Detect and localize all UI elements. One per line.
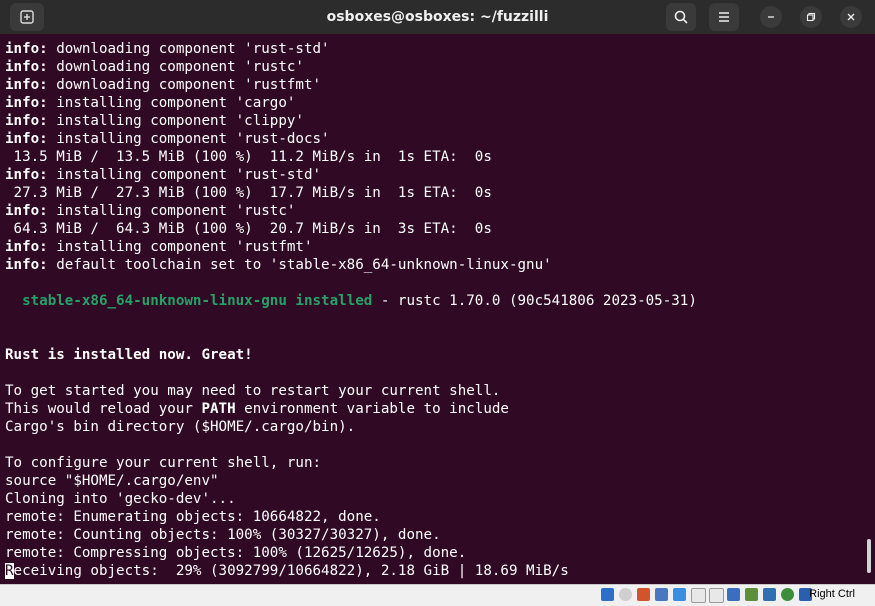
terminal-text: info: (5, 203, 48, 219)
terminal-line: info: default toolchain set to 'stable-x… (5, 256, 697, 274)
terminal-text: info: (5, 77, 48, 93)
terminal-text: info: (5, 167, 48, 183)
terminal-cursor: R (5, 563, 14, 579)
terminal-line: info: installing component 'rust-docs' (5, 130, 697, 148)
terminal-text: downloading component 'rustc' (47, 59, 304, 75)
search-button[interactable] (666, 3, 696, 31)
terminal-line: This would reload your PATH environment … (5, 400, 697, 418)
terminal-text: 13.5 MiB / 13.5 MiB (100 %) 11.2 MiB/s i… (5, 149, 492, 165)
terminal-line: 13.5 MiB / 13.5 MiB (100 %) 11.2 MiB/s i… (5, 148, 697, 166)
terminal-text: stable-x86_64-unknown-linux-gnu installe… (22, 293, 373, 309)
terminal-line: remote: Counting objects: 100% (30327/30… (5, 526, 697, 544)
terminal-line: Rust is installed now. Great! (5, 346, 697, 364)
terminal-text: remote: Compressing objects: 100% (12625… (5, 545, 467, 561)
terminal-line: info: installing component 'cargo' (5, 94, 697, 112)
host-key-label: Right Ctrl (809, 588, 855, 600)
maximize-button[interactable] (800, 6, 822, 28)
mouse-integration-icon[interactable] (763, 588, 776, 601)
hard-disk-icon[interactable] (601, 588, 614, 601)
terminal-text: installing component 'clippy' (47, 113, 304, 129)
terminal-text: info: (5, 41, 48, 57)
terminal-text: default toolchain set to 'stable-x86_64-… (47, 257, 552, 273)
terminal-text: source "$HOME/.cargo/env" (5, 473, 219, 489)
terminal-text: info: (5, 113, 48, 129)
terminal-line: info: installing component 'rust-std' (5, 166, 697, 184)
terminal-line: info: installing component 'rustc' (5, 202, 697, 220)
vm-status-bar: Right Ctrl (0, 584, 875, 606)
terminal-text: installing component 'rustfmt' (47, 239, 313, 255)
terminal-output[interactable]: info: downloading component 'rust-std' in… (0, 34, 875, 584)
minimize-button[interactable] (760, 6, 782, 28)
terminal-text: eceiving objects: 29% (3092799/10664822)… (13, 563, 569, 579)
terminal-text: Cloning into 'gecko-dev'... (5, 491, 236, 507)
terminal-line: remote: Compressing objects: 100% (12625… (5, 544, 697, 562)
title-bar: osboxes@osboxes: ~/fuzzilli (0, 0, 875, 34)
terminal-lines: info: downloading component 'rust-std' in… (5, 40, 697, 580)
terminal-line: Cargo's bin directory ($HOME/.cargo/bin)… (5, 418, 697, 436)
terminal-line: remote: Enumerating objects: 10664822, d… (5, 508, 697, 526)
terminal-text: installing component 'cargo' (47, 95, 296, 111)
window-title: osboxes@osboxes: ~/fuzzilli (326, 9, 549, 25)
terminal-line: info: downloading component 'rust-std' (5, 40, 697, 58)
terminal-line: Cloning into 'gecko-dev'... (5, 490, 697, 508)
terminal-text: info: (5, 239, 48, 255)
terminal-line: 27.3 MiB / 27.3 MiB (100 %) 17.7 MiB/s i… (5, 184, 697, 202)
terminal-text: Cargo's bin directory ($HOME/.cargo/bin)… (5, 419, 356, 435)
terminal-text: 64.3 MiB / 64.3 MiB (100 %) 20.7 MiB/s i… (5, 221, 492, 237)
terminal-text: 27.3 MiB / 27.3 MiB (100 %) 17.7 MiB/s i… (5, 185, 492, 201)
terminal-text: downloading component 'rust-std' (47, 41, 330, 57)
terminal-line: info: downloading component 'rustfmt' (5, 76, 697, 94)
cpu-icon[interactable] (745, 588, 758, 601)
terminal-text: info: (5, 95, 48, 111)
usb-icon[interactable] (673, 588, 686, 601)
shared-folder-icon[interactable] (691, 588, 706, 603)
terminal-text: This would reload your (5, 401, 202, 417)
terminal-line: source "$HOME/.cargo/env" (5, 472, 697, 490)
recording-icon[interactable] (727, 588, 740, 601)
terminal-line: 64.3 MiB / 64.3 MiB (100 %) 20.7 MiB/s i… (5, 220, 697, 238)
scrollbar[interactable] (867, 539, 871, 573)
terminal-line: Receiving objects: 29% (3092799/10664822… (5, 562, 697, 580)
audio-icon[interactable] (637, 588, 650, 601)
guest-additions-icon[interactable] (781, 588, 794, 601)
close-icon (847, 13, 855, 21)
close-button[interactable] (840, 6, 862, 28)
maximize-icon (806, 12, 816, 22)
network-icon[interactable] (655, 588, 668, 601)
terminal-line: To get started you may need to restart y… (5, 382, 697, 400)
terminal-text: installing component 'rust-docs' (47, 131, 330, 147)
terminal-text: info: (5, 131, 48, 147)
terminal-text: PATH (201, 401, 236, 417)
terminal-text: - rustc 1.70.0 (90c541806 2023-05-31) (372, 293, 697, 309)
terminal-text: info: (5, 257, 48, 273)
hamburger-menu-icon (719, 12, 729, 22)
terminal-text: installing component 'rust-std' (47, 167, 322, 183)
search-icon (674, 10, 688, 24)
terminal-line: info: installing component 'rustfmt' (5, 238, 697, 256)
terminal-text: environment variable to include (235, 401, 509, 417)
minimize-icon (768, 16, 774, 18)
terminal-line: stable-x86_64-unknown-linux-gnu installe… (5, 292, 697, 310)
display-icon[interactable] (709, 588, 724, 603)
optical-drive-icon[interactable] (619, 588, 632, 601)
terminal-text: remote: Counting objects: 100% (30327/30… (5, 527, 441, 543)
terminal-text: downloading component 'rustfmt' (47, 77, 322, 93)
terminal-line: To configure your current shell, run: (5, 454, 697, 472)
terminal-text: Rust is installed now. Great! (5, 347, 253, 363)
terminal-text: info: (5, 59, 48, 75)
terminal-line: info: installing component 'clippy' (5, 112, 697, 130)
terminal-text: installing component 'rustc' (47, 203, 296, 219)
terminal-text: remote: Enumerating objects: 10664822, d… (5, 509, 381, 525)
terminal-line: info: downloading component 'rustc' (5, 58, 697, 76)
terminal-text: To configure your current shell, run: (5, 455, 322, 471)
menu-button[interactable] (709, 3, 739, 31)
terminal-text: To get started you may need to restart y… (5, 383, 501, 399)
